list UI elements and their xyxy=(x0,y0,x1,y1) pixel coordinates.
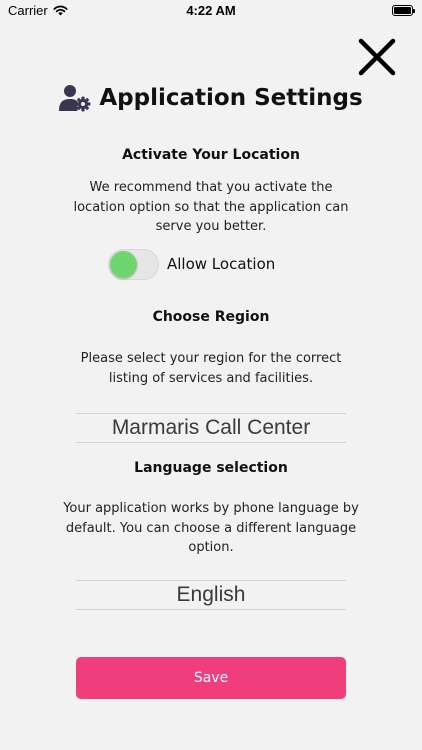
page-title: Application Settings xyxy=(99,85,363,111)
save-button[interactable]: Save xyxy=(76,657,346,699)
page-header: Application Settings xyxy=(0,78,422,118)
battery-fill xyxy=(394,7,411,14)
toggle-knob xyxy=(110,250,137,278)
status-bar: Carrier 4:22 AM xyxy=(0,0,422,24)
location-description: We recommend that you activate the locat… xyxy=(73,180,349,234)
close-icon xyxy=(358,38,396,76)
region-heading: Choose Region xyxy=(152,309,270,325)
language-picker[interactable]: English xyxy=(76,580,346,610)
user-gear-icon xyxy=(59,85,91,112)
region-description: Please select your region for the correc… xyxy=(80,351,342,386)
location-heading: Activate Your Location xyxy=(122,147,300,163)
close-button[interactable] xyxy=(356,36,398,78)
allow-location-label: Allow Location xyxy=(167,255,276,273)
status-time: 4:22 AM xyxy=(186,3,236,18)
location-toggle-row: Allow Location xyxy=(108,248,275,280)
allow-location-toggle[interactable] xyxy=(108,248,159,280)
battery-icon xyxy=(392,5,415,16)
language-description: Your application works by phone language… xyxy=(63,501,359,555)
region-picker[interactable]: Marmaris Call Center xyxy=(76,413,346,443)
language-heading: Language selection xyxy=(134,460,288,476)
